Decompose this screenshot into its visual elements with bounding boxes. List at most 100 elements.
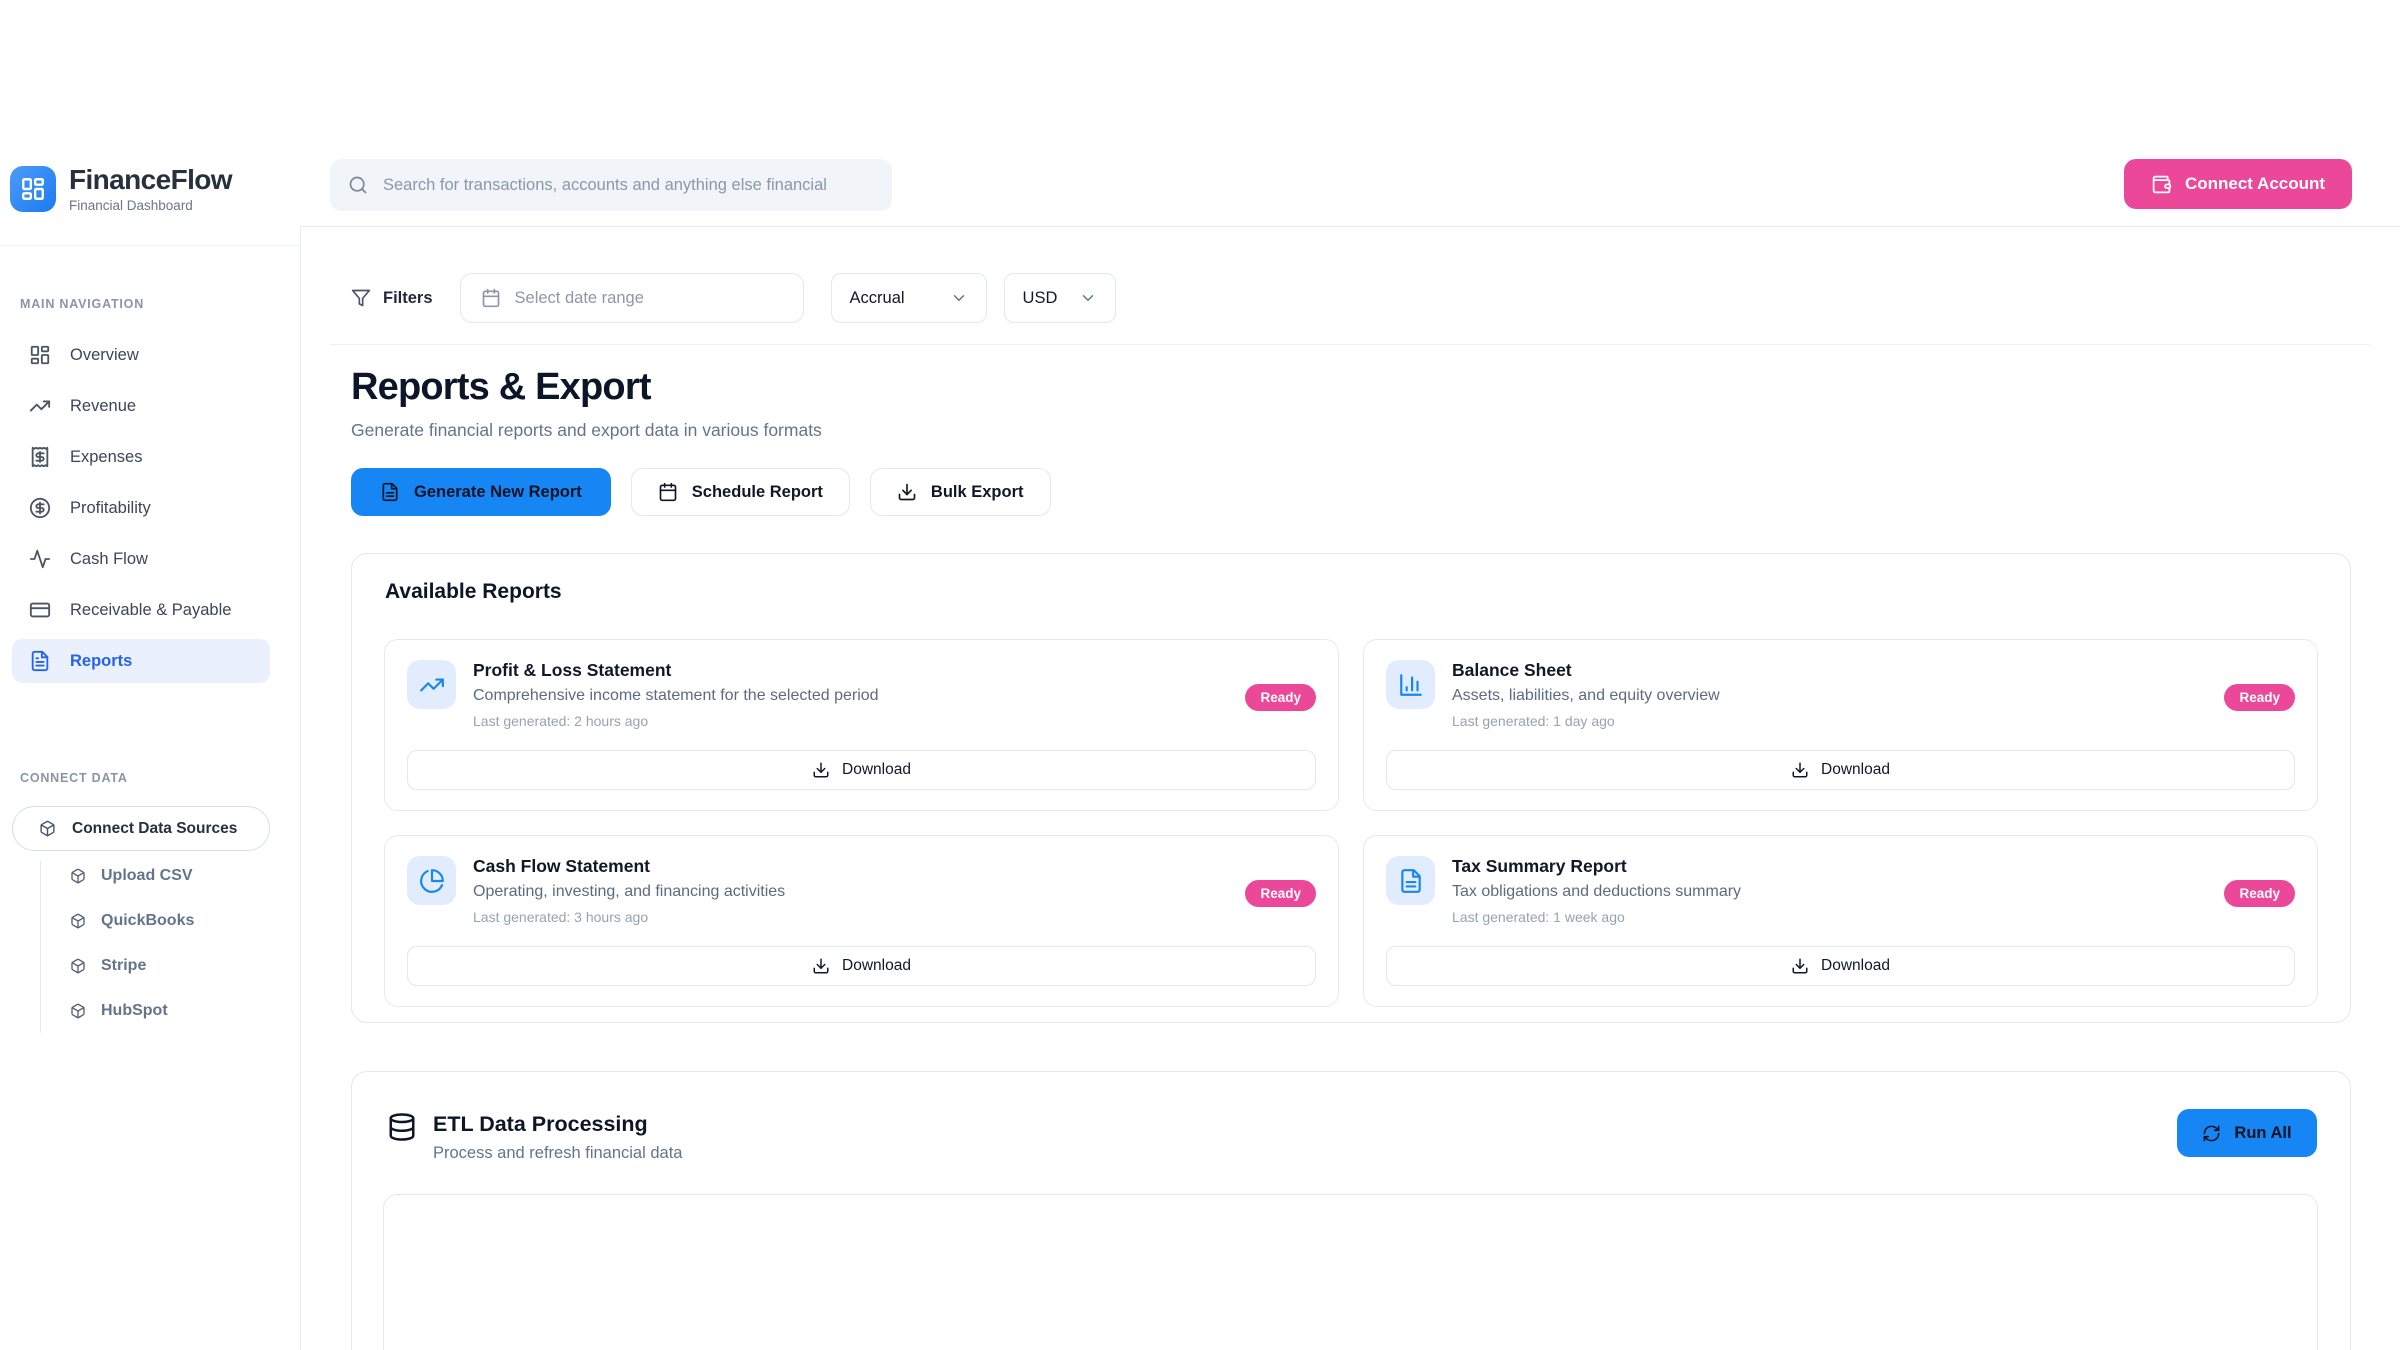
sidebar-item-label: Profitability xyxy=(70,499,151,518)
download-icon xyxy=(1791,761,1809,779)
report-title: Cash Flow Statement xyxy=(473,856,1228,877)
sidebar-divider xyxy=(0,245,300,246)
report-title: Tax Summary Report xyxy=(1452,856,2207,877)
pie-chart-icon xyxy=(419,868,445,894)
finance-flow-app: FinanceFlow Financial Dashboard MAIN NAV… xyxy=(0,0,2400,1350)
data-source-hubspot[interactable]: HubSpot xyxy=(70,1002,168,1020)
layout-dashboard-icon xyxy=(29,344,51,366)
report-card-balance-sheet: Balance Sheet Assets, liabilities, and e… xyxy=(1363,639,2318,811)
sidebar-item-label: Cash Flow xyxy=(70,550,148,569)
sidebar-item-reports[interactable]: Reports xyxy=(12,639,270,683)
trending-up-icon xyxy=(419,672,445,698)
sidebar-item-receivable-payable[interactable]: Receivable & Payable xyxy=(12,588,270,632)
report-card-grid: Profit & Loss Statement Comprehensive in… xyxy=(384,639,2318,1007)
report-icon-tile xyxy=(407,660,456,709)
run-all-label: Run All xyxy=(2234,1124,2291,1143)
run-all-button[interactable]: Run All xyxy=(2177,1109,2317,1157)
sidebar-item-revenue[interactable]: Revenue xyxy=(12,384,270,428)
main-content: Filters Select date range Accrual USD Re… xyxy=(300,226,2400,1350)
cube-icon xyxy=(70,958,86,974)
filters-label: Filters xyxy=(383,289,433,308)
sidebar-item-cash-flow[interactable]: Cash Flow xyxy=(12,537,270,581)
report-title: Balance Sheet xyxy=(1452,660,2207,681)
accounting-basis-select[interactable]: Accrual xyxy=(831,273,987,323)
date-range-placeholder: Select date range xyxy=(515,289,644,308)
dollar-circle-icon xyxy=(29,497,51,519)
activity-icon xyxy=(29,548,51,570)
wallet-icon xyxy=(2151,174,2172,195)
calendar-icon xyxy=(658,482,678,502)
sidebar-item-label: Revenue xyxy=(70,397,136,416)
download-icon xyxy=(812,957,830,975)
generate-new-report-button[interactable]: Generate New Report xyxy=(351,468,611,516)
download-button[interactable]: Download xyxy=(407,946,1316,986)
receipt-icon xyxy=(29,446,51,468)
data-source-upload-csv[interactable]: Upload CSV xyxy=(70,867,193,885)
credit-card-icon xyxy=(29,599,51,621)
schedule-report-button[interactable]: Schedule Report xyxy=(631,468,850,516)
etl-panel: ETL Data Processing Process and refresh … xyxy=(351,1071,2351,1350)
report-description: Comprehensive income statement for the s… xyxy=(473,687,1228,705)
connect-account-button[interactable]: Connect Account xyxy=(2124,159,2352,209)
filters-toggle[interactable]: Filters xyxy=(351,288,433,308)
sidebar-item-profitability[interactable]: Profitability xyxy=(12,486,270,530)
brand-tagline: Financial Dashboard xyxy=(69,198,232,213)
page-title: Reports & Export xyxy=(351,366,651,409)
download-button[interactable]: Download xyxy=(407,750,1316,790)
chevron-down-icon xyxy=(1079,289,1097,307)
download-icon xyxy=(897,482,917,502)
report-actions: Generate New Report Schedule Report Bulk… xyxy=(351,468,1051,516)
main-navigation: Overview Revenue Expenses Profitability … xyxy=(12,333,270,683)
etl-subtitle: Process and refresh financial data xyxy=(433,1144,682,1163)
report-card-cash-flow: Cash Flow Statement Operating, investing… xyxy=(384,835,1339,1007)
download-label: Download xyxy=(842,761,911,779)
bar-chart-icon xyxy=(1398,672,1424,698)
download-label: Download xyxy=(1821,957,1890,975)
report-icon-tile xyxy=(1386,856,1435,905)
download-label: Download xyxy=(1821,761,1890,779)
report-description: Operating, investing, and financing acti… xyxy=(473,883,1228,901)
cube-icon xyxy=(70,1003,86,1019)
report-description: Assets, liabilities, and equity overview xyxy=(1452,687,2207,705)
date-range-picker[interactable]: Select date range xyxy=(460,273,804,323)
connect-section-label: CONNECT DATA xyxy=(20,771,128,785)
database-icon xyxy=(387,1112,417,1163)
currency-select[interactable]: USD xyxy=(1004,273,1116,323)
global-search xyxy=(330,159,892,211)
report-card-profit-loss: Profit & Loss Statement Comprehensive in… xyxy=(384,639,1339,811)
filters-bar: Filters Select date range Accrual USD xyxy=(351,273,1116,323)
data-source-quickbooks[interactable]: QuickBooks xyxy=(70,912,194,930)
report-title: Profit & Loss Statement xyxy=(473,660,1228,681)
filters-divider xyxy=(330,344,2370,345)
data-source-label: QuickBooks xyxy=(101,912,194,930)
tree-guide-line xyxy=(40,861,41,1033)
data-source-stripe[interactable]: Stripe xyxy=(70,957,146,975)
download-icon xyxy=(1791,957,1809,975)
sidebar-item-label: Expenses xyxy=(70,448,142,467)
bulk-export-label: Bulk Export xyxy=(931,483,1024,502)
sidebar-item-expenses[interactable]: Expenses xyxy=(12,435,270,479)
sidebar-item-label: Overview xyxy=(70,346,139,365)
calendar-icon xyxy=(481,288,501,308)
sidebar-item-overview[interactable]: Overview xyxy=(12,333,270,377)
top-bar: Connect Account xyxy=(300,145,2400,227)
download-button[interactable]: Download xyxy=(1386,946,2295,986)
report-last-generated: Last generated: 1 day ago xyxy=(1452,713,2207,729)
sidebar: FinanceFlow Financial Dashboard MAIN NAV… xyxy=(0,145,301,1350)
connect-data-sources-button[interactable]: Connect Data Sources xyxy=(12,806,270,851)
data-source-label: Stripe xyxy=(101,957,146,975)
brand-name: FinanceFlow xyxy=(69,165,232,196)
available-reports-panel: Available Reports Profit & Loss Statemen… xyxy=(351,553,2351,1023)
schedule-report-label: Schedule Report xyxy=(692,483,823,502)
file-text-icon xyxy=(29,650,51,672)
dashboard-grid-icon xyxy=(20,176,46,202)
brand: FinanceFlow Financial Dashboard xyxy=(10,165,232,213)
search-input[interactable] xyxy=(381,175,874,196)
etl-header: ETL Data Processing Process and refresh … xyxy=(387,1112,682,1163)
connect-account-label: Connect Account xyxy=(2185,174,2325,194)
cube-icon xyxy=(70,913,86,929)
download-button[interactable]: Download xyxy=(1386,750,2295,790)
file-text-icon xyxy=(1398,868,1424,894)
bulk-export-button[interactable]: Bulk Export xyxy=(870,468,1051,516)
report-card-tax-summary: Tax Summary Report Tax obligations and d… xyxy=(1363,835,2318,1007)
